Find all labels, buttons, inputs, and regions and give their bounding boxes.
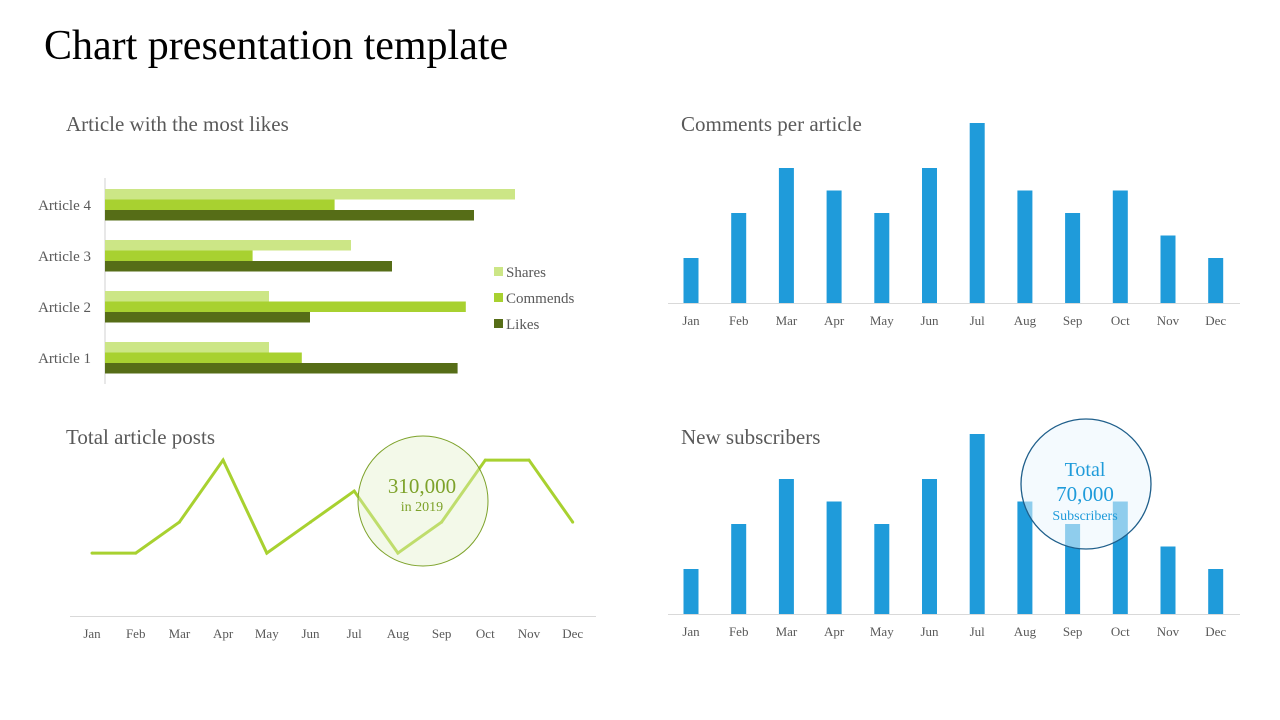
comments-bar <box>731 213 747 303</box>
bar-commends <box>105 250 253 261</box>
comments-bar <box>1112 190 1128 303</box>
x-tick-label: Mar <box>776 313 798 328</box>
subscribers-bar <box>1160 546 1176 614</box>
x-tick-label: Sep <box>432 626 452 641</box>
annotation-caption: in 2019 <box>401 500 443 515</box>
comments-bar <box>969 123 985 303</box>
legend-label: Shares <box>506 265 546 281</box>
subscribers-bar <box>922 479 937 614</box>
x-tick-label: Aug <box>387 626 410 641</box>
legend-swatch <box>494 319 503 328</box>
x-tick-label: May <box>870 624 894 639</box>
posts-line <box>92 457 574 556</box>
x-tick-label: Aug <box>1014 313 1037 328</box>
x-tick-label: Jul <box>970 624 986 639</box>
x-tick-label: Jan <box>682 313 700 328</box>
x-tick-label: Dec <box>1205 624 1226 639</box>
x-tick-label: Apr <box>824 624 845 639</box>
legend-label: Commends <box>506 291 574 307</box>
y-tick-label: Article 4 <box>38 198 91 214</box>
comments-bar <box>1017 190 1033 303</box>
annotation-value: 70,000 <box>1056 482 1114 506</box>
comments-bar <box>1208 258 1224 303</box>
data-point <box>352 489 356 493</box>
x-tick-label: Oct <box>476 626 495 641</box>
x-tick-label: May <box>255 626 279 641</box>
legend-swatch <box>494 293 503 302</box>
x-tick-label: Mar <box>776 624 798 639</box>
legend-label: Likes <box>506 317 539 333</box>
legend-swatch <box>494 267 503 276</box>
subscribers-bar <box>826 501 842 614</box>
bar-shares <box>105 240 351 251</box>
x-tick-label: Jul <box>347 626 363 641</box>
x-tick-label: Jan <box>682 624 700 639</box>
subscribers-bar <box>778 479 794 614</box>
charts-canvas: Article 1 Article 2 Article 3 Article 4 Shar… <box>38 123 1240 641</box>
subscribers-bar <box>1208 569 1224 614</box>
data-point <box>177 520 181 524</box>
bar-likes <box>105 210 474 221</box>
data-point <box>265 551 269 555</box>
x-tick-label: Jul <box>970 313 986 328</box>
x-tick-label: Jun <box>301 626 320 641</box>
x-tick-label: Apr <box>824 313 845 328</box>
bar-shares <box>105 189 515 200</box>
x-tick-label: Jun <box>920 624 939 639</box>
data-point <box>527 458 531 462</box>
bar-commends <box>105 301 466 312</box>
comments-bar <box>683 258 699 303</box>
data-point <box>483 458 487 462</box>
bar-shares <box>105 342 269 353</box>
x-tick-label: May <box>870 313 894 328</box>
x-tick-label: Feb <box>729 624 749 639</box>
subscribers-bar <box>874 524 890 614</box>
x-tick-label: Feb <box>126 626 146 641</box>
x-tick-label: Nov <box>1157 313 1180 328</box>
subscribers-bar <box>683 569 699 614</box>
bar-likes <box>105 261 392 272</box>
data-point <box>90 551 94 555</box>
x-tick-label: Aug <box>1014 624 1037 639</box>
x-tick-label: Sep <box>1063 313 1083 328</box>
bar-commends <box>105 199 335 210</box>
bar-commends <box>105 352 302 363</box>
x-tick-label: Feb <box>729 313 749 328</box>
x-tick-label: Mar <box>169 626 191 641</box>
data-point <box>134 551 138 555</box>
x-tick-label: Dec <box>1205 313 1226 328</box>
annotation-line1: Total <box>1065 459 1106 481</box>
comments-bar <box>874 213 890 303</box>
subscribers-bar <box>969 434 985 614</box>
bar-likes <box>105 312 310 323</box>
x-tick-label: Oct <box>1111 624 1130 639</box>
y-tick-label: Article 3 <box>38 249 91 265</box>
bar-shares <box>105 291 269 302</box>
x-tick-label: Jan <box>83 626 101 641</box>
annotation-value: 310,000 <box>388 474 456 498</box>
comments-bar <box>1160 235 1176 303</box>
comments-bar <box>778 168 794 303</box>
y-tick-label: Article 2 <box>38 300 91 316</box>
data-point <box>221 458 225 462</box>
comments-bar <box>826 190 842 303</box>
x-tick-label: Nov <box>1157 624 1180 639</box>
data-point <box>309 520 312 524</box>
comments-bar <box>922 168 937 303</box>
data-point <box>571 520 575 524</box>
x-tick-label: Oct <box>1111 313 1130 328</box>
x-tick-label: Jun <box>920 313 939 328</box>
bar-likes <box>105 363 458 374</box>
x-tick-label: Nov <box>518 626 541 641</box>
x-tick-label: Dec <box>562 626 583 641</box>
y-tick-label: Article 1 <box>38 351 91 367</box>
x-tick-label: Sep <box>1063 624 1083 639</box>
comments-bar <box>1065 213 1081 303</box>
subscribers-bar <box>731 524 747 614</box>
annotation-caption: Subscribers <box>1052 509 1117 524</box>
x-tick-label: Apr <box>213 626 234 641</box>
